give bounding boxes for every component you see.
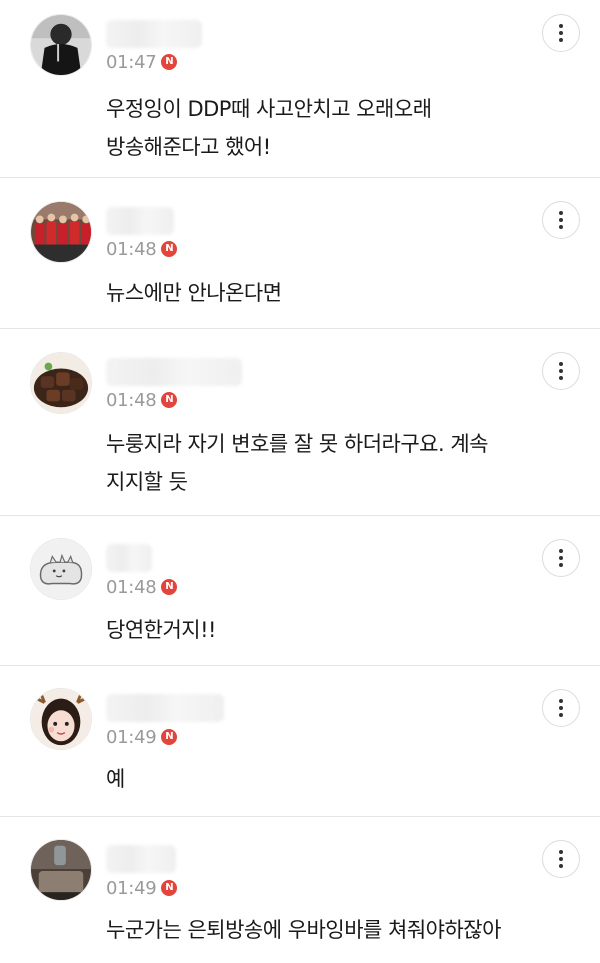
comment-item: 01:47 N 우정잉이 DDP때 사고안치고 오래오래 방송해준다고 했어!: [0, 0, 600, 178]
comment-time: 01:47: [106, 51, 157, 73]
more-vertical-icon: [559, 24, 563, 42]
user-avatar[interactable]: [30, 839, 92, 901]
more-options-button[interactable]: [542, 14, 580, 52]
comment-text: 누군가는 은퇴방송에 우바잉바를 쳐줘야하잖아: [106, 918, 501, 942]
comment-meta: 01:47 N: [106, 51, 178, 73]
comment-time: 01:49: [106, 877, 157, 899]
username-blurred: [106, 358, 242, 386]
comment-time: 01:49: [106, 726, 157, 748]
comment-meta: 01:48 N: [106, 576, 178, 598]
comment-item: 01:49 N 누군가는 은퇴방송에 우바잉바를 쳐줘야하잖아: [0, 817, 600, 963]
comment-time: 01:48: [106, 576, 157, 598]
comment-text: 우정잉이 DDP때 사고안치고 오래오래 방송해준다고 했어!: [106, 97, 432, 159]
comment-item: 01:48 N 당연한거지!!: [0, 516, 600, 666]
username-blurred: [106, 694, 224, 722]
new-badge: N: [161, 54, 178, 70]
new-badge: N: [161, 729, 178, 745]
comment-meta: 01:48 N: [106, 238, 178, 260]
comment-meta: 01:49 N: [106, 877, 178, 899]
username-blurred: [106, 845, 176, 873]
username-blurred: [106, 207, 174, 235]
more-vertical-icon: [559, 211, 563, 229]
comment-item: 01:48 N 뉴스에만 안나온다면: [0, 178, 600, 329]
comment-text: 예: [106, 767, 125, 791]
comment-meta: 01:48 N: [106, 389, 178, 411]
comment-item: 01:49 N 예: [0, 666, 600, 817]
user-avatar[interactable]: [30, 14, 92, 76]
user-avatar[interactable]: [30, 201, 92, 263]
user-avatar[interactable]: [30, 538, 92, 600]
more-vertical-icon: [559, 549, 563, 567]
avatar-food-icon: [31, 353, 91, 413]
avatar-girl-icon: [31, 689, 91, 749]
comment-meta: 01:49 N: [106, 726, 178, 748]
avatar-person-icon: [31, 15, 91, 75]
username-blurred: [106, 20, 202, 48]
more-vertical-icon: [559, 699, 563, 717]
more-vertical-icon: [559, 362, 563, 380]
avatar-team-group-icon: [31, 202, 91, 262]
more-options-button[interactable]: [542, 539, 580, 577]
comment-item: 01:48 N 누룽지라 자기 변호를 잘 못 하더라구요. 계속 지지할 듯: [0, 329, 600, 516]
new-badge: N: [161, 241, 178, 257]
more-options-button[interactable]: [542, 352, 580, 390]
comment-text: 누룽지라 자기 변호를 잘 못 하더라구요. 계속 지지할 듯: [106, 432, 489, 494]
new-badge: N: [161, 579, 178, 595]
comment-text: 당연한거지!!: [106, 618, 216, 642]
new-badge: N: [161, 880, 178, 896]
username-blurred: [106, 544, 152, 572]
user-avatar[interactable]: [30, 352, 92, 414]
comment-text: 뉴스에만 안나온다면: [106, 281, 282, 305]
more-options-button[interactable]: [542, 689, 580, 727]
more-vertical-icon: [559, 850, 563, 868]
new-badge: N: [161, 392, 178, 408]
comment-time: 01:48: [106, 238, 157, 260]
more-options-button[interactable]: [542, 840, 580, 878]
user-avatar[interactable]: [30, 688, 92, 750]
comment-time: 01:48: [106, 389, 157, 411]
avatar-photo-icon: [31, 840, 91, 900]
more-options-button[interactable]: [542, 201, 580, 239]
avatar-default-character-icon: [31, 539, 91, 599]
